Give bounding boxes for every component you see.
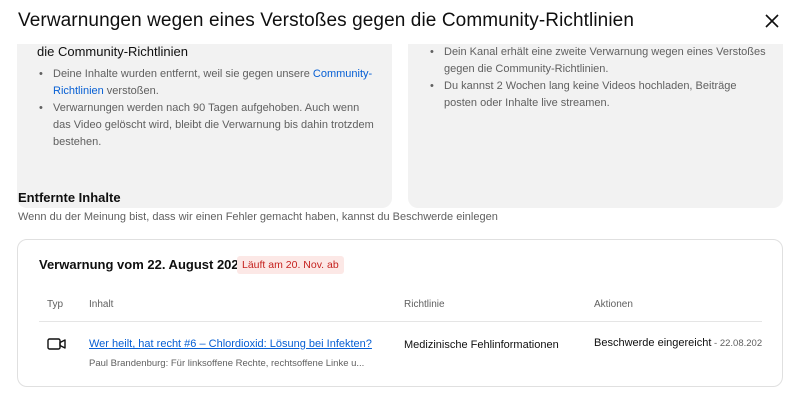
list-item: Du kannst 2 Wochen lang keine Videos hoc… <box>430 78 770 112</box>
strike-card: Verwarnung vom 22. August 2025 Läuft am … <box>17 239 783 387</box>
column-header-content: Inhalt <box>89 299 114 310</box>
list-item: Deine Inhalte wurden entfernt, weil sie … <box>39 66 374 100</box>
strike-info-list: Deine Inhalte wurden entfernt, weil sie … <box>39 66 374 151</box>
bullet-text: verstoßen. <box>103 85 159 97</box>
video-description: Paul Brandenburg: Für linksoffene Rechte… <box>89 358 365 369</box>
video-camera-icon <box>47 338 66 350</box>
action-label: Beschwerde eingereicht <box>594 337 712 349</box>
close-button[interactable] <box>757 6 787 36</box>
video-title-link[interactable]: Wer heilt, hat recht #6 – Chlordioxid: L… <box>89 338 372 350</box>
strike-title: Verwarnung vom 22. August 2025 <box>39 257 246 272</box>
removed-content-title: Entfernte Inhalte <box>18 190 121 205</box>
expiry-badge: Läuft am 20. Nov. ab <box>237 256 344 274</box>
dialog-header: Verwarnungen wegen eines Verstoßes gegen… <box>0 0 800 44</box>
dialog-content[interactable]: die Community-Richtlinien Deine Inhalte … <box>0 44 800 407</box>
column-header-actions: Aktionen <box>594 299 633 310</box>
policy-value: Medizinische Fehlinformationen <box>404 339 559 351</box>
column-header-policy: Richtlinie <box>404 299 445 310</box>
dialog-title: Verwarnungen wegen eines Verstoßes gegen… <box>18 10 635 31</box>
column-header-type: Typ <box>47 299 64 310</box>
consequences-card: Dein Kanal erhält eine zweite Verwarnung… <box>408 44 783 208</box>
list-item: Dein Kanal erhält eine zweite Verwarnung… <box>430 44 770 78</box>
list-item: Verwarnungen werden nach 90 Tagen aufgeh… <box>39 100 374 151</box>
strikes-dialog: Verwarnungen wegen eines Verstoßes gegen… <box>0 0 800 407</box>
close-icon <box>765 14 779 28</box>
table-header: Typ Inhalt Richtlinie Aktionen <box>39 288 762 322</box>
strike-info-card: die Community-Richtlinien Deine Inhalte … <box>17 44 392 208</box>
removed-content-subtitle: Wenn du der Meinung bist, dass wir einen… <box>18 211 498 223</box>
bullet-text: Deine Inhalte wurden entfernt, weil sie … <box>53 68 313 80</box>
removed-content-table: Typ Inhalt Richtlinie Aktionen Wer heilt… <box>39 288 762 388</box>
card-heading: die Community-Richtlinien <box>37 44 188 59</box>
consequences-list: Dein Kanal erhält eine zweite Verwarnung… <box>430 44 770 112</box>
action-date: - 22.08.2025 <box>711 338 762 349</box>
action-status: Beschwerde eingereicht - 22.08.2025 <box>594 337 762 349</box>
